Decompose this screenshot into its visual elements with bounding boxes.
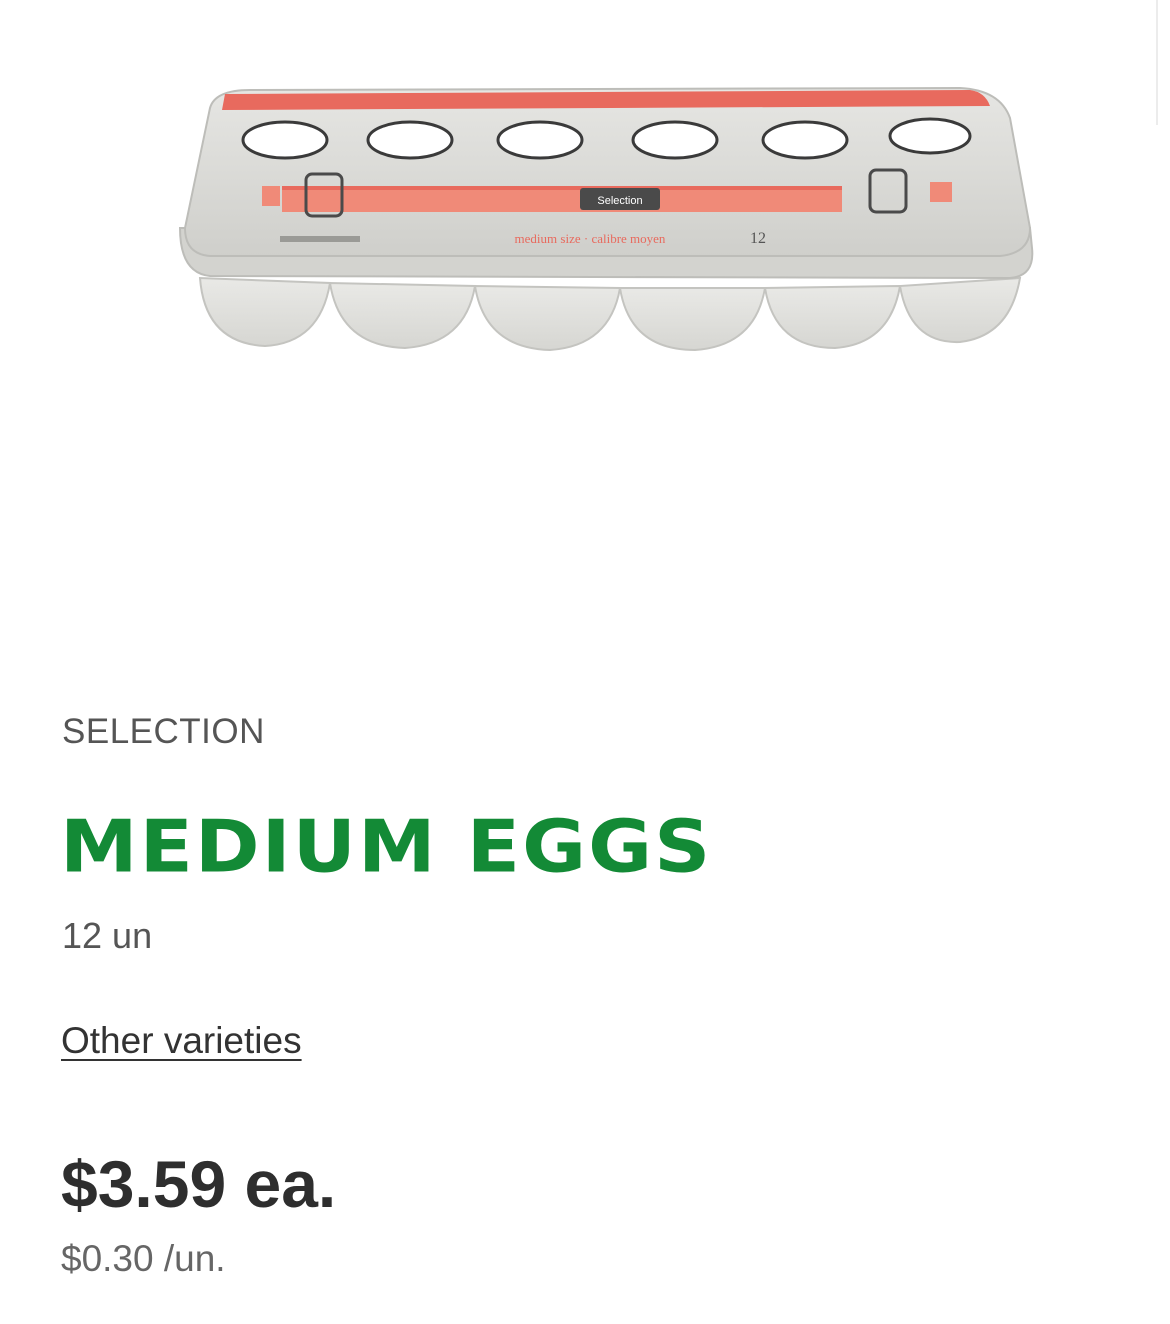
scrollbar-track[interactable] <box>1156 0 1158 125</box>
svg-text:Selection: Selection <box>597 195 642 207</box>
unit-price: $0.30 /un. <box>61 1238 226 1279</box>
other-varieties-link[interactable]: Other varieties <box>61 1020 302 1062</box>
product-brand: SELECTION <box>62 712 265 751</box>
egg-carton-illustration: Selection medium size · calibre moyen 12 <box>178 86 1034 352</box>
carton-cups <box>198 276 1022 352</box>
svg-text:medium size · calibre moyen: medium size · calibre moyen <box>515 231 666 246</box>
product-size: 12 un <box>62 915 153 956</box>
product-price: $3.59 ea. <box>61 1147 337 1221</box>
svg-text:12: 12 <box>750 230 766 247</box>
product-image: Selection medium size · calibre moyen 12 <box>170 78 1040 398</box>
product-title: MEDIUM EGGS <box>60 806 713 889</box>
